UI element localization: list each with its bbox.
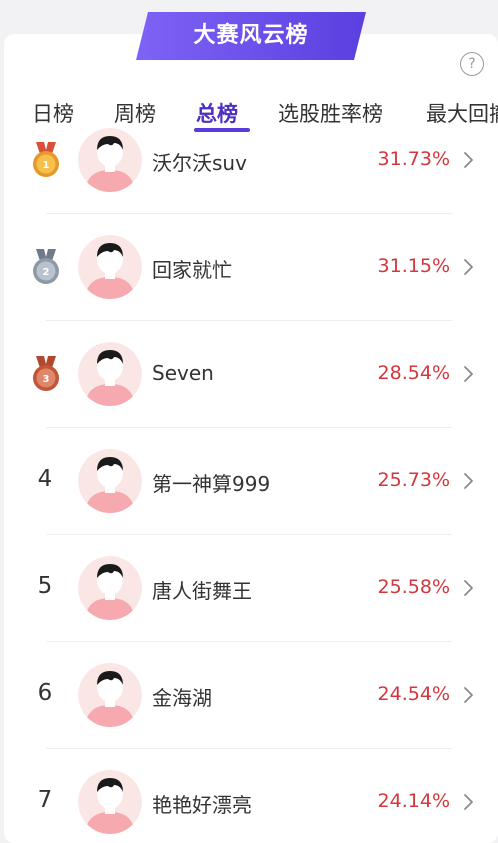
- return-rate: 25.58%: [377, 576, 450, 598]
- user-name[interactable]: Seven: [152, 361, 214, 385]
- help-question-icon[interactable]: ?: [460, 52, 484, 76]
- return-rate: 31.15%: [377, 255, 450, 277]
- avatar[interactable]: [78, 235, 142, 299]
- leaderboard-page: 大赛风云榜 ? 日榜 周榜 总榜 选股胜率榜 最大回撤 1沃尔沃suv31.73…: [0, 0, 498, 843]
- avatar[interactable]: [78, 342, 142, 406]
- return-rate: 31.73%: [377, 148, 450, 170]
- leaderboard-row[interactable]: 1 沃尔沃suv 31.73%: [0, 114, 498, 214]
- medal-rank-number: 3: [43, 374, 50, 385]
- leaderboard-row[interactable]: 7 艳艳好漂亮 24.14%: [0, 749, 498, 843]
- avatar[interactable]: [78, 128, 142, 192]
- user-name[interactable]: 第一神算999: [152, 468, 270, 497]
- avatar[interactable]: [78, 663, 142, 727]
- return-rate: 25.73%: [377, 469, 450, 491]
- user-name[interactable]: 回家就忙: [152, 254, 232, 283]
- rank-number: 5: [37, 573, 53, 599]
- medal-rank-number: 1: [43, 160, 50, 171]
- avatar[interactable]: [78, 770, 142, 834]
- chevron-right-icon[interactable]: [462, 257, 476, 277]
- leaderboard-row[interactable]: 5 唐人街舞王 25.58%: [0, 535, 498, 642]
- chevron-right-icon[interactable]: [462, 471, 476, 491]
- return-rate: 28.54%: [377, 362, 450, 384]
- leaderboard-banner: 大赛风云榜: [134, 10, 368, 62]
- return-rate: 24.14%: [377, 790, 450, 812]
- avatar[interactable]: [78, 556, 142, 620]
- default-avatar-icon: [78, 770, 142, 834]
- default-avatar-icon: [78, 556, 142, 620]
- chevron-right-icon[interactable]: [462, 578, 476, 598]
- user-name[interactable]: 沃尔沃suv: [152, 147, 247, 176]
- chevron-right-icon[interactable]: [462, 364, 476, 384]
- gold-medal-icon: 1: [33, 142, 59, 177]
- default-avatar-icon: [78, 235, 142, 299]
- leaderboard-row[interactable]: 6 金海湖 24.54%: [0, 642, 498, 749]
- medal-rank-number: 2: [43, 267, 50, 278]
- user-name[interactable]: 金海湖: [152, 682, 212, 711]
- return-rate: 24.54%: [377, 683, 450, 705]
- avatar[interactable]: [78, 449, 142, 513]
- leaderboard-row[interactable]: 2 回家就忙 31.15%: [0, 214, 498, 321]
- banner-title: 大赛风云榜: [193, 23, 309, 48]
- chevron-right-icon[interactable]: [462, 685, 476, 705]
- leaderboard-row[interactable]: 3 Seven 28.54%: [0, 321, 498, 428]
- rank-number: 6: [37, 680, 53, 706]
- default-avatar-icon: [78, 342, 142, 406]
- default-avatar-icon: [78, 449, 142, 513]
- leaderboard-row[interactable]: 4 第一神算999 25.73%: [0, 428, 498, 535]
- chevron-right-icon[interactable]: [462, 792, 476, 812]
- silver-medal-icon: 2: [33, 249, 59, 284]
- chevron-right-icon[interactable]: [462, 150, 476, 170]
- bronze-medal-icon: 3: [33, 356, 59, 391]
- user-name[interactable]: 艳艳好漂亮: [152, 789, 252, 818]
- default-avatar-icon: [78, 128, 142, 192]
- ranking-list: 1 沃尔沃suv 31.73% 2 回家就忙 31.15% 3 Seven 28.54% 4 第一神…: [0, 114, 498, 843]
- user-name[interactable]: 唐人街舞王: [152, 575, 252, 604]
- rank-number: 4: [37, 466, 53, 492]
- rank-number: 7: [37, 787, 53, 813]
- default-avatar-icon: [78, 663, 142, 727]
